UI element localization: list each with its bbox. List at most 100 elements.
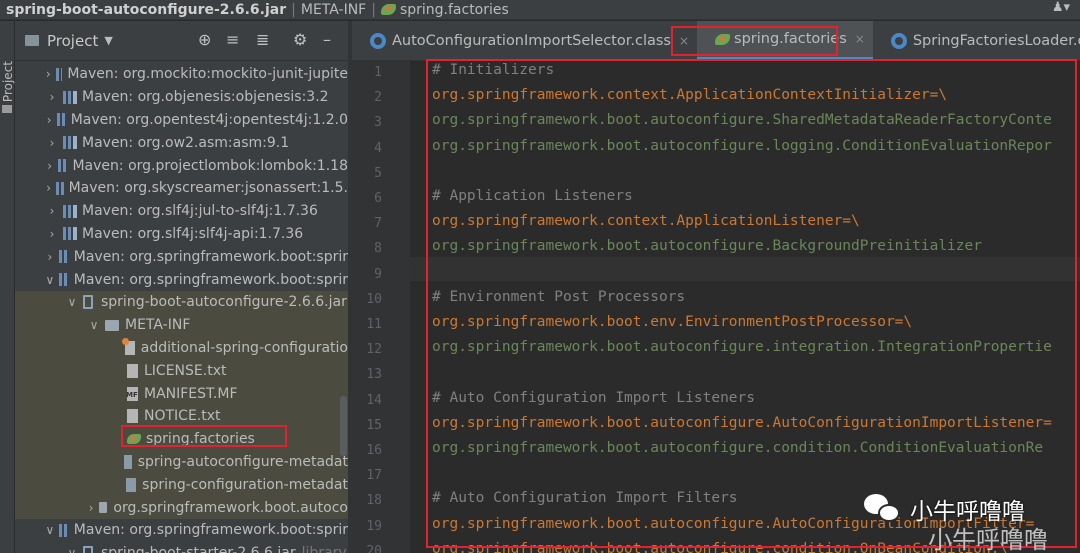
chevron-right-icon[interactable]: › [45,67,52,81]
tree-item[interactable]: ∨ Maven: org.springframework.boot:sprir [15,519,348,542]
locate-icon[interactable]: ⊕ [198,31,211,49]
line-number: 3 [374,115,382,131]
tree-item-label: LICENSE.txt [144,362,227,379]
tab-springfactoriesloader[interactable]: SpringFactoriesLoader.class × [873,21,1080,60]
tree-item-suffix: library [302,545,347,553]
tree-item-label: Maven: org.projectlombok:lombok:1.18 [72,157,348,174]
line-number: 9 [374,266,382,282]
tree-item[interactable]: additional-spring-configuratio [15,336,348,360]
structure-icon[interactable] [2,105,12,113]
tree-item-label: spring-configuration-metadat [142,476,348,493]
line-number: 14 [366,392,382,408]
project-view-selector[interactable]: Project [47,32,98,50]
breadcrumb-separator: | [371,1,376,18]
user-icon[interactable]: ♟▾ [1052,0,1070,15]
chevron-down-icon[interactable]: ∨ [65,546,79,553]
tree-item-label: Maven: org.springframework.boot:sprir [73,271,348,288]
tree-item[interactable]: MANIFEST.MF [15,382,348,405]
tree-item[interactable]: › org.springframework.boot.autoco [15,496,348,519]
tree-item[interactable]: › Maven: org.slf4j:slf4j-api:1.7.36 [15,223,348,246]
project-toolbar: Project ▼ ⊕ ≡ ≣ ⚙ – [15,21,348,61]
tree-item[interactable]: ∨ spring-boot-autoconfigure-2.6.6.jar [15,290,348,314]
jar-icon [83,546,93,553]
watermark-handwritten: 小牛呼噜噜 [928,526,1048,553]
collapse-all-icon[interactable]: ≣ [256,31,269,49]
project-scrollbar[interactable] [340,396,347,456]
tree-item-label: Maven: org.slf4j:jul-to-slf4j:1.7.36 [82,203,318,220]
line-number: 7 [374,216,382,232]
tree-item[interactable]: › Maven: org.opentest4j:opentest4j:1.2.0 [15,109,348,132]
chevron-down-icon[interactable]: ▼ [104,34,112,47]
chevron-right-icon[interactable]: › [45,250,55,264]
tree-item-label: NOTICE.txt [144,408,221,425]
breadcrumb-jar[interactable]: spring-boot-autoconfigure-2.6.6.jar [6,2,286,18]
tree-item[interactable]: ∨ Maven: org.springframework.boot:sprir [15,268,348,291]
tree-item[interactable]: LICENSE.txt [15,359,348,383]
chevron-right-icon[interactable]: › [87,501,95,515]
chevron-right-icon[interactable]: › [45,181,52,195]
chevron-right-icon[interactable]: › [45,227,59,241]
text-file-icon [127,409,138,424]
tree-item[interactable]: › Maven: org.projectlombok:lombok:1.18 [15,154,348,177]
class-icon [370,32,386,49]
tab-label: SpringFactoriesLoader.class [912,32,1080,49]
chevron-right-icon[interactable]: › [45,90,59,104]
library-icon [63,136,77,150]
line-number: 11 [366,317,382,332]
chevron-right-icon[interactable]: › [45,113,53,127]
tree-item-label: Maven: org.mockito:mockito-junit-jupite [67,66,348,83]
tree-item-label: spring-boot-starter-2.6.6.jar [101,545,296,553]
expand-all-icon[interactable]: ≡ [226,31,239,49]
tree-item-label: Maven: org.slf4j:slf4j-api:1.7.36 [82,225,304,242]
wechat-logo-icon [862,488,904,530]
line-number: 16 [366,443,382,458]
tree-item-label: Maven: org.ow2.asm:asm:9.1 [82,134,290,151]
project-tree: › Maven: org.mockito:mockito-junit-jupite… [15,63,348,553]
line-number: 4 [374,140,382,156]
json-file-icon [125,477,137,492]
tree-item[interactable]: ∨ spring-boot-starter-2.6.6.jar library [15,542,348,553]
line-number: 19 [366,518,382,534]
library-icon [58,523,69,537]
spring-leaf-icon [380,4,396,15]
tab-autoconfigurationimportselector[interactable]: AutoConfigurationImportSelector.class × [352,21,697,60]
tree-item[interactable]: spring-configuration-metadat [15,473,348,497]
config-file-icon [122,337,135,355]
tree-item[interactable]: spring-autoconfigure-metadat [15,450,348,474]
breadcrumb-folder[interactable]: META-INF [301,2,366,18]
tree-item-label: MANIFEST.MF [144,385,238,402]
line-number: 15 [366,417,382,433]
line-number: 10 [366,291,382,307]
chevron-down-icon[interactable]: ∨ [87,318,101,332]
tree-item[interactable]: ∨ META-INF [15,313,348,337]
class-icon [890,32,907,49]
hide-icon[interactable]: – [323,31,331,49]
project-panel: Project ▼ ⊕ ≡ ≣ ⚙ – › Maven: org.mockito:… [15,21,348,553]
chevron-right-icon[interactable]: › [45,159,54,173]
highlight-box-tab [671,26,838,56]
tab-label: AutoConfigurationImportSelector.class [392,32,671,49]
project-tool-window-label[interactable]: Project [1,61,15,102]
chevron-right-icon[interactable]: › [45,136,59,150]
tree-item[interactable]: › Maven: org.slf4j:jul-to-slf4j:1.7.36 [15,200,348,223]
close-icon[interactable]: × [855,32,865,46]
chevron-down-icon[interactable]: ∨ [65,295,79,309]
text-file-icon [127,363,138,378]
tree-item[interactable]: › Maven: org.objenesis:objenesis:3.2 [15,86,348,109]
line-number: 18 [366,493,382,509]
library-icon [58,159,68,173]
folder-icon [105,319,119,331]
chevron-right-icon[interactable]: › [45,204,59,218]
tree-item[interactable]: › Maven: org.springframework.boot:sprir [15,245,348,268]
chevron-down-icon[interactable]: ∨ [45,273,55,287]
line-number: 20 [366,543,382,553]
folder-icon [99,502,108,514]
gear-icon[interactable]: ⚙ [293,31,307,49]
tree-item[interactable]: › Maven: org.skyscreamer:jsonassert:1.5. [15,177,348,200]
tree-item[interactable]: › Maven: org.ow2.asm:asm:9.1 [15,131,348,154]
chevron-down-icon[interactable]: ∨ [45,523,55,537]
breadcrumb-file[interactable]: spring.factories [400,2,509,18]
tree-item-label: Maven: org.springframework.boot:sprir [73,248,348,265]
tree-item[interactable]: › Maven: org.mockito:mockito-junit-jupite [15,63,348,86]
library-icon [63,227,77,241]
